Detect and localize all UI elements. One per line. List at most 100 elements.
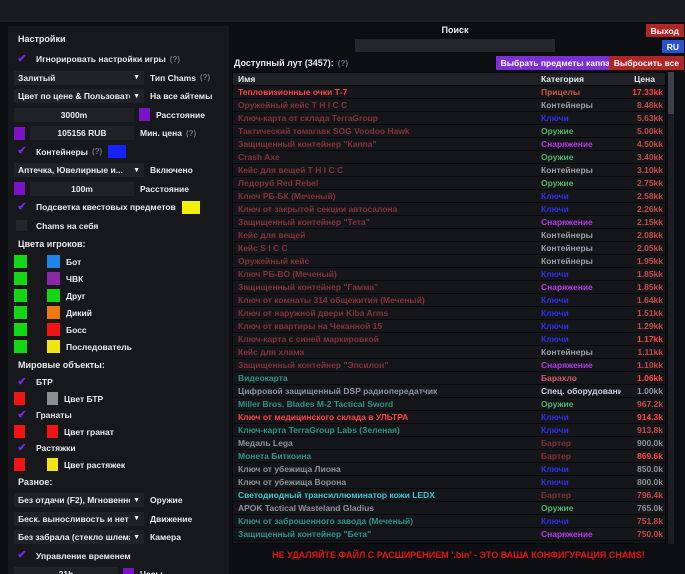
exit-button[interactable]: Выход [646,24,684,37]
setting-grenades[interactable]: ✔ Гранаты [14,409,225,422]
grenade-color-swatch-2[interactable] [47,425,58,438]
player-hidden-color-swatch[interactable] [47,255,60,268]
table-row[interactable]: Crash AxeОружие3.40kk [233,151,665,164]
weapon-dropdown[interactable]: Без отдачи (F2), Мгновенное п ▼ [14,493,144,507]
select-kappa-items-button[interactable]: Выбрать предметы каппа [496,56,615,70]
min-price-input[interactable]: 105156 RUB [30,126,134,140]
table-row[interactable]: Ключ от убежища ВоронаКлючи800.0k [233,476,665,489]
table-row[interactable]: Защищенный контейнер "Гамма"Снаряжение1.… [233,281,665,294]
player-visible-color-swatch[interactable] [14,340,27,353]
table-row[interactable]: Ключ-карта от склада TerraGroupКлючи5.63… [233,112,665,125]
checkbox-checked-icon[interactable]: ✔ [14,409,30,422]
checkbox-checked-icon[interactable]: ✔ [14,549,30,562]
table-row[interactable]: Светодиодный трансиллюминатор кожи LEDXБ… [233,489,665,502]
table-row[interactable]: Защищенный контейнер "Каппа"Снаряжение4.… [233,138,665,151]
player-hidden-color-swatch[interactable] [47,340,60,353]
player-visible-color-swatch[interactable] [14,323,27,336]
help-icon[interactable]: (?) [200,73,210,82]
distance-input[interactable]: 3000m [14,108,134,122]
containers-distance-color-swatch[interactable] [14,182,25,195]
table-row[interactable]: Ключ РБ-БК (Меченый)Ключи2.58kk [233,190,665,203]
checkbox-checked-icon[interactable]: ✔ [14,53,30,66]
player-hidden-color-swatch[interactable] [47,323,60,336]
player-hidden-color-swatch[interactable] [47,289,60,302]
hours-input[interactable]: 21h [14,567,118,574]
table-row[interactable]: ВидеокартаБарахло1.06kk [233,372,665,385]
setting-tripwires[interactable]: ✔ Растяжки [14,442,225,455]
movement-dropdown[interactable]: Беск. выносливость и нет уста ▼ [14,512,144,526]
btr-color-swatch-2[interactable] [47,392,58,405]
column-header-name[interactable]: Имя [233,73,541,85]
setting-chams-self[interactable]: Chams на себя [14,219,225,233]
table-row[interactable]: Оружейный кейсКонтейнеры1.95kk [233,255,665,268]
containers-distance-input[interactable]: 100m [30,182,134,196]
player-visible-color-swatch[interactable] [14,272,27,285]
table-row[interactable]: Ключ от комнаты 314 общежития (Меченый)К… [233,294,665,307]
quest-color-swatch[interactable] [182,201,200,214]
color-mode-dropdown[interactable]: Цвет по цене & Пользователь ▼ [14,89,144,103]
column-header-price[interactable]: Цена [621,73,665,85]
checkbox-unchecked-icon[interactable] [16,220,27,231]
table-row[interactable]: Ключ-карта с синей маркировкойКлючи1.17k… [233,333,665,346]
tripwire-color-swatch-2[interactable] [47,458,58,471]
table-row[interactable]: Медаль LegaБартер900.0k [233,437,665,450]
table-row[interactable]: Ключ РБ-ВО (Меченый)Ключи1.85kk [233,268,665,281]
table-row[interactable]: Тепловизионные очки Т-7Прицелы17.33kk [233,86,665,99]
table-row[interactable]: Miller Bros. Blades M-2 Tactical SwordОр… [233,398,665,411]
min-price-color-swatch[interactable] [14,127,25,140]
table-row[interactable]: Ледоруб Red RebelОружие2.75kk [233,177,665,190]
player-hidden-color-swatch[interactable] [47,272,60,285]
table-row[interactable]: Ключ-карта TerraGroup Labs (Зеленая)Ключ… [233,424,665,437]
help-icon[interactable]: (?) [186,129,196,138]
grenade-color-swatch-1[interactable] [14,425,25,438]
help-icon[interactable]: (?) [338,59,348,68]
table-row[interactable]: Защищенный контейнер "Эпсилон"Снаряжение… [233,359,665,372]
hours-color-swatch[interactable] [123,568,134,574]
help-icon[interactable]: (?) [170,55,180,64]
table-scrollbar[interactable] [668,72,674,544]
player-visible-color-swatch[interactable] [14,289,27,302]
btr-color-swatch-1[interactable] [14,392,25,405]
table-row[interactable]: Защищенный контейнер "Бета"Снаряжение750… [233,528,665,541]
table-row[interactable]: Ключ от медицинского склада в УЛЬТРАКлюч… [233,411,665,424]
table-row[interactable]: Кейс для хламаКонтейнеры1.11kk [233,346,665,359]
distance-color-swatch[interactable] [139,108,150,121]
checkbox-checked-icon[interactable]: ✔ [14,376,30,389]
containers-color-swatch[interactable] [108,145,126,158]
setting-ignore-game[interactable]: ✔ Игнорировать настройки игры (?) [14,52,225,66]
search-input[interactable] [355,39,555,52]
chams-type-dropdown[interactable]: Залитый ▼ [14,71,144,85]
table-row[interactable]: Кейс для вещейКонтейнеры2.08kk [233,229,665,242]
table-row[interactable]: Кейс для вещей T H I C CКонтейнеры3.10kk [233,164,665,177]
language-button[interactable]: RU [662,40,684,53]
table-row[interactable]: APOK Tactical Wasteland GladiusОружие765… [233,502,665,515]
table-row[interactable]: Кейс S I C CКонтейнеры2.05kk [233,242,665,255]
setting-btr[interactable]: ✔ БТР [14,376,225,389]
player-visible-color-swatch[interactable] [14,306,27,319]
checkbox-checked-icon[interactable]: ✔ [14,442,30,455]
player-hidden-color-swatch[interactable] [47,306,60,319]
scrollbar-thumb[interactable] [668,72,674,114]
tripwire-color-swatch-1[interactable] [14,458,25,471]
checkbox-checked-icon[interactable]: ✔ [14,145,30,158]
camera-dropdown[interactable]: Без забрала (стекло шлема) ▼ [14,530,144,544]
column-header-category[interactable]: Категория [541,73,621,85]
table-row[interactable]: Защищенный контейнер "Тета"Снаряжение2.1… [233,216,665,229]
help-icon[interactable]: (?) [92,147,102,156]
setting-containers[interactable]: ✔ Контейнеры (?) [14,145,225,159]
table-row[interactable]: Оружейный кейс T H I C CКонтейнеры8.48kk [233,99,665,112]
table-row[interactable]: Монета БиткоинаБартер869.6k [233,450,665,463]
containers-filter-dropdown[interactable]: Аптечка, Ювелирные и... ▼ [14,163,144,177]
table-row[interactable]: Ключ от квартиры на Чеканной 15Ключи1.29… [233,320,665,333]
table-row[interactable]: Ключ-карта с фиолетовой маркировкойКлючи… [233,541,665,544]
player-visible-color-swatch[interactable] [14,255,27,268]
table-row[interactable]: Тактический томагавк SOG Voodoo HawkОруж… [233,125,665,138]
drop-all-button[interactable]: Выбросить все [609,56,684,70]
table-row[interactable]: Ключ от убежища ЛионаКлючи850.0k [233,463,665,476]
setting-quest-highlight[interactable]: ✔ Подсветка квестовых предметов [14,200,225,214]
table-row[interactable]: Ключ от закрытой секции автосалонаКлючи2… [233,203,665,216]
checkbox-checked-icon[interactable]: ✔ [14,201,30,214]
table-row[interactable]: Цифровой защищенный DSP радиопередатчикС… [233,385,665,398]
table-row[interactable]: Ключ от заброшенного завода (Меченый)Клю… [233,515,665,528]
setting-time-control[interactable]: ✔ Управление временем [14,549,225,563]
